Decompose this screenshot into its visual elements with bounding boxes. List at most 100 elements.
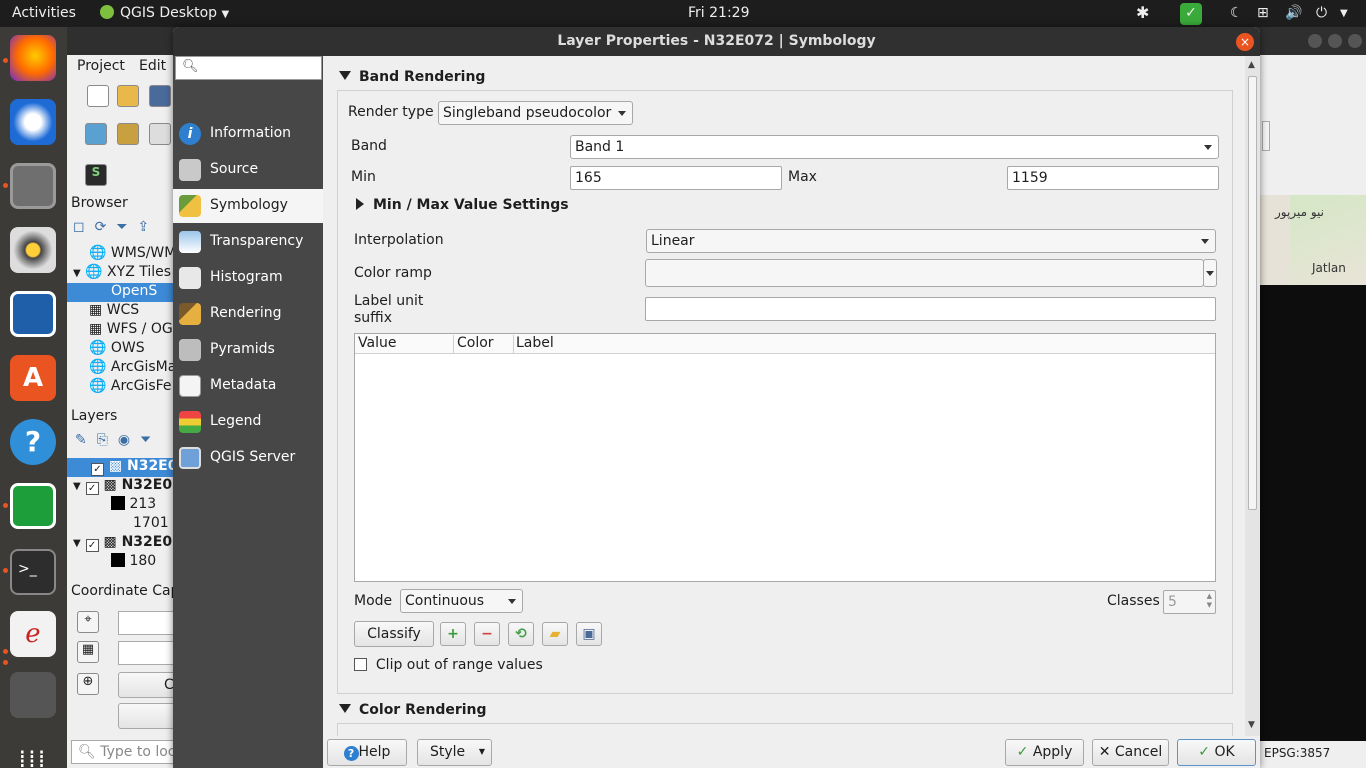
help-button[interactable]: ? Help (327, 739, 407, 766)
document-viewer-icon[interactable]: ℯ (10, 611, 56, 657)
apply-button[interactable]: ✓ Apply (1005, 739, 1084, 766)
crosshair-icon[interactable]: ⌖ (77, 611, 99, 633)
scroll-down-icon[interactable]: ▼ (1248, 720, 1255, 730)
interpolation-select[interactable]: Linear (646, 229, 1216, 253)
clip-out-of-range[interactable]: Clip out of range values (354, 657, 543, 673)
nav-qgis-server[interactable]: QGIS Server (173, 441, 323, 475)
coordinate-capture-button[interactable]: C (118, 672, 178, 698)
close-icon[interactable]: × (1236, 33, 1254, 51)
color-rendering-header[interactable]: Color Rendering (339, 702, 487, 718)
add-vector-icon[interactable] (149, 123, 171, 145)
add-entry-icon[interactable]: + (440, 622, 466, 646)
browser-toolbar[interactable]: ◻⟳⏷⇪ (73, 219, 173, 237)
browser-item[interactable]: 🌐 WMS/WM (89, 245, 176, 261)
nav-metadata[interactable]: Metadata (173, 369, 323, 403)
color-map-table[interactable]: Value Color Label (354, 333, 1216, 582)
table-header-label[interactable]: Label (516, 335, 554, 351)
layer-visibility-checkbox[interactable]: ✓ (85, 482, 99, 495)
band-select[interactable]: Band 1 (570, 135, 1219, 159)
menu-edit[interactable]: Edit (139, 58, 166, 74)
nav-legend[interactable]: Legend (173, 405, 323, 439)
browser-item[interactable]: 🌐 ArcGisFe (89, 378, 172, 394)
nav-search-input[interactable]: 🔍︎ (175, 56, 322, 80)
cancel-button[interactable]: ✕ Cancel (1092, 739, 1169, 766)
coordinate-action-button[interactable] (118, 703, 178, 729)
new-project-icon[interactable] (87, 85, 109, 107)
crs-status[interactable]: EPSG:3857 (1260, 741, 1366, 768)
python-console-icon[interactable]: S (85, 164, 107, 186)
scrollbar-thumb[interactable] (1248, 76, 1257, 510)
map-canvas-basemap[interactable]: نیو میرپور Jatlan (1260, 195, 1366, 285)
layer-row[interactable]: ▼ ✓ ▩ N32E0 (73, 477, 172, 495)
open-project-icon[interactable] (117, 85, 139, 107)
app-menu[interactable]: QGIS Desktop ▼ (100, 5, 229, 21)
add-layer-icon[interactable] (85, 123, 107, 145)
classes-spinbox[interactable]: 5 ▲ ▼ (1163, 590, 1216, 614)
clip-checkbox[interactable] (354, 658, 367, 671)
export-color-map-icon[interactable]: ▣ (576, 622, 602, 646)
nav-pyramids[interactable]: Pyramids (173, 333, 323, 367)
terminal-icon[interactable]: >_ (10, 549, 56, 595)
browser-item[interactable]: ▼ 🌐 XYZ Tiles (73, 264, 171, 280)
network-icon[interactable]: ⊞ (1257, 5, 1269, 21)
qgis-dock-icon[interactable] (10, 672, 56, 718)
layer-visibility-checkbox[interactable]: ✓ (85, 539, 99, 552)
mode-select[interactable]: Continuous (400, 589, 523, 613)
ok-button[interactable]: ✓ OK (1177, 739, 1256, 766)
libreoffice-calc-icon[interactable] (10, 483, 56, 529)
layer-row-selected[interactable]: ✓ ▩ N32E0 (67, 458, 178, 477)
locator-search[interactable]: 🔍︎ Type to loc (71, 740, 175, 764)
color-ramp-select[interactable] (645, 259, 1204, 287)
firefox-icon[interactable] (10, 35, 56, 81)
show-apps-icon[interactable]: ⁞⁞⁞ (10, 739, 56, 768)
browser-item[interactable]: ▦ WFS / OG (89, 321, 173, 337)
coordinate-crs-icon[interactable]: ⊕ (77, 673, 99, 695)
min-input[interactable]: 165 (570, 166, 782, 190)
band-rendering-header[interactable]: Band Rendering (339, 69, 485, 85)
scrollbar[interactable]: ▲ ▼ (1245, 56, 1260, 736)
minmax-settings-header[interactable]: Min / Max Value Settings (356, 197, 569, 213)
remove-entry-icon[interactable]: − (474, 622, 500, 646)
table-header-value[interactable]: Value (358, 335, 454, 354)
table-header-color[interactable]: Color (457, 335, 514, 354)
volume-icon[interactable]: 🔊 (1285, 5, 1302, 21)
browser-item-selected[interactable]: OpenS (67, 283, 173, 302)
coordinate-field-2[interactable] (118, 641, 178, 665)
clock[interactable]: Fri 21:29 (688, 5, 749, 21)
nav-source[interactable]: Source (173, 153, 323, 187)
check-status-icon[interactable]: ✓ (1180, 3, 1202, 25)
nav-symbology[interactable]: Symbology (173, 189, 323, 223)
nav-information[interactable]: i Information (173, 117, 323, 151)
night-light-icon[interactable]: ☾ (1230, 5, 1243, 21)
reverse-order-icon[interactable]: ⟲ (508, 622, 534, 646)
coordinate-field-1[interactable] (118, 611, 178, 635)
layer-row[interactable]: ▼ ✓ ▩ N32E0 (73, 534, 172, 552)
files-icon[interactable] (10, 163, 56, 209)
layers-toolbar[interactable]: ✎⎘◉⏷ (75, 432, 175, 450)
nav-rendering[interactable]: Rendering (173, 297, 323, 331)
libreoffice-writer-icon[interactable] (10, 291, 56, 337)
software-center-icon[interactable]: A (10, 355, 56, 401)
activities-button[interactable]: Activities (12, 5, 76, 21)
save-project-icon[interactable] (149, 85, 171, 107)
label-unit-suffix-input[interactable] (645, 297, 1216, 321)
browser-item[interactable]: 🌐 ArcGisMa (89, 359, 176, 375)
toolbar-handle[interactable] (1262, 121, 1270, 151)
render-type-select[interactable]: Singleband pseudocolor (438, 101, 633, 125)
scroll-up-icon[interactable]: ▲ (1248, 60, 1255, 70)
load-color-map-icon[interactable]: ▰ (542, 622, 568, 646)
style-button[interactable]: Style ▼ (417, 739, 492, 766)
rhythmbox-icon[interactable] (10, 227, 56, 273)
thunderbird-icon[interactable] (10, 99, 56, 145)
map-canvas-raster[interactable] (1260, 285, 1366, 741)
browser-item[interactable]: ▦ WCS (89, 302, 139, 318)
close-icon[interactable] (1348, 34, 1362, 48)
browser-item[interactable]: 🌐 OWS (89, 340, 145, 356)
power-icon[interactable]: ⏻ (1316, 5, 1327, 21)
nav-transparency[interactable]: Transparency (173, 225, 323, 259)
color-ramp-dropdown[interactable] (1203, 259, 1217, 287)
nav-histogram[interactable]: Histogram (173, 261, 323, 295)
menu-project[interactable]: Project (77, 58, 125, 74)
minimize-icon[interactable] (1308, 34, 1322, 48)
slack-icon[interactable]: ✱ (1136, 3, 1149, 22)
